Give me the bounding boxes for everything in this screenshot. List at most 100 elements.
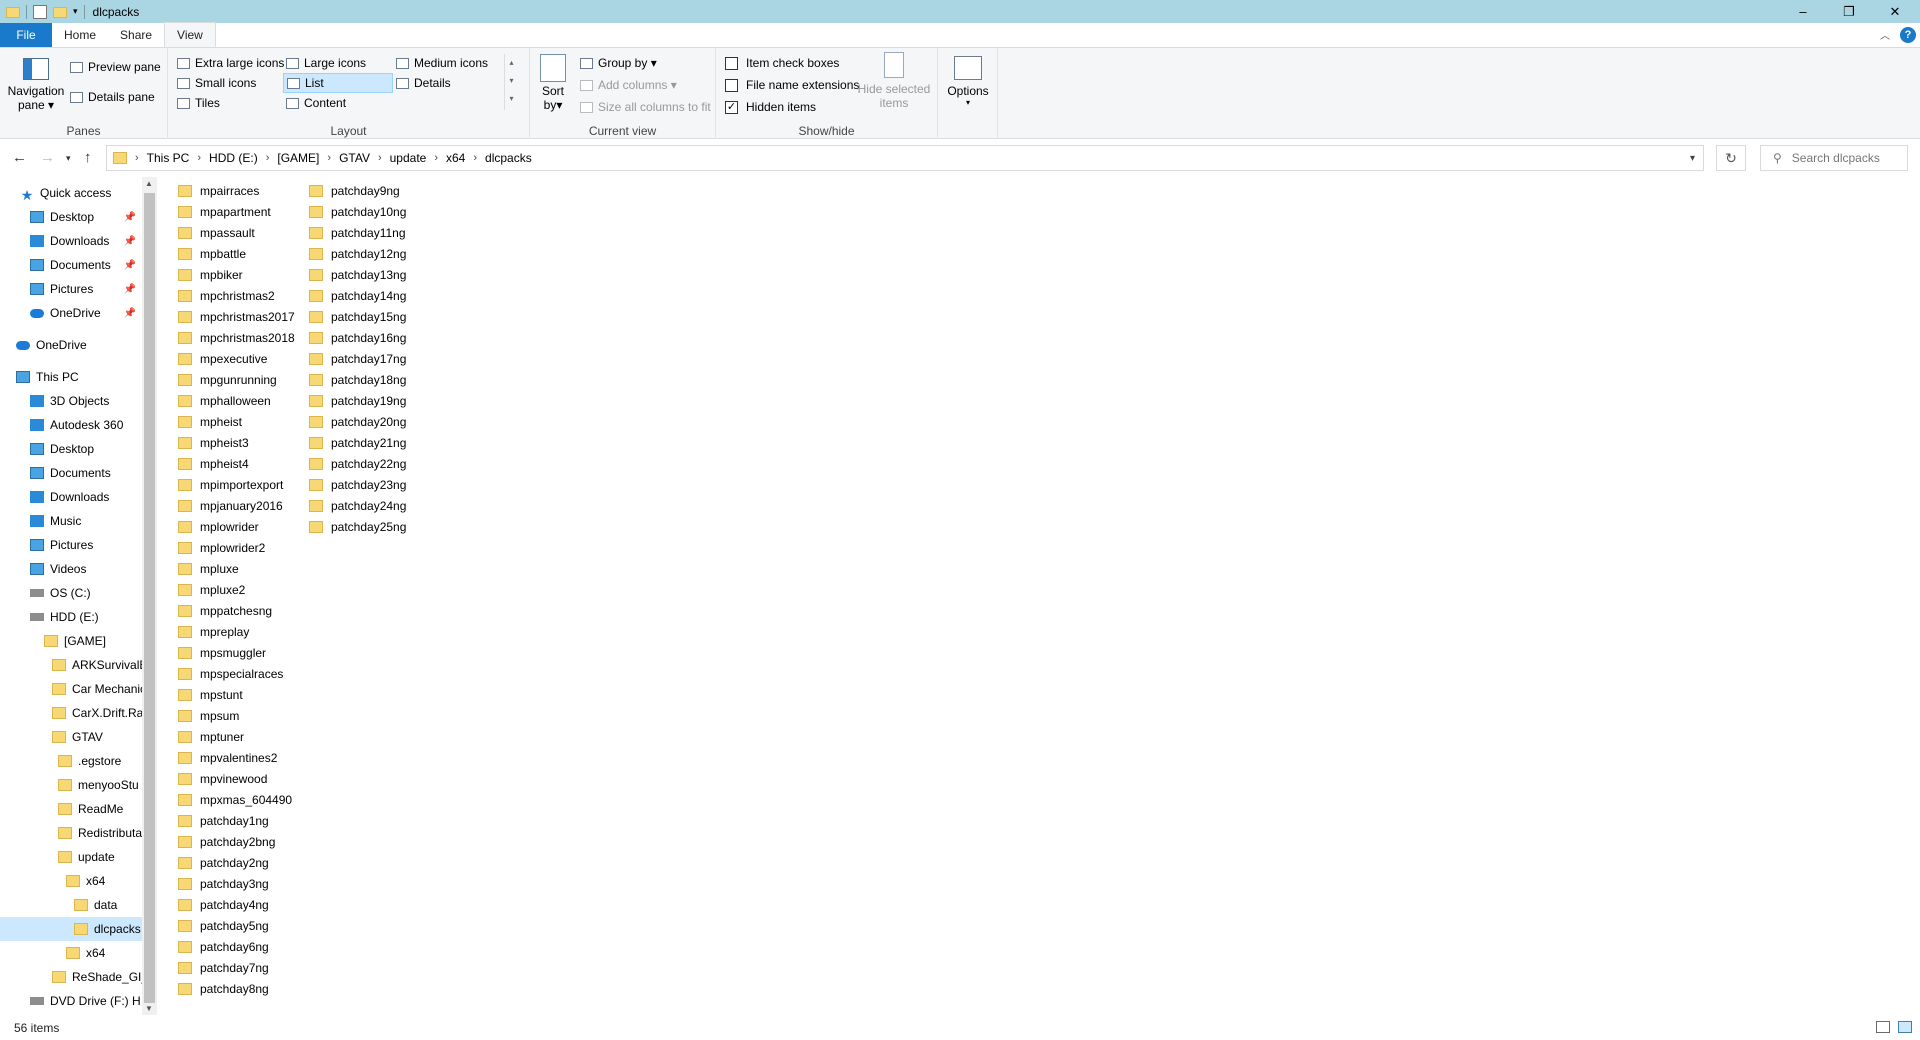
options-button[interactable]: Options ▾ bbox=[944, 56, 992, 107]
nav-item[interactable]: update bbox=[0, 845, 142, 869]
layout-details[interactable]: Details bbox=[396, 74, 451, 92]
add-columns-button[interactable]: Add columns ▾ bbox=[580, 76, 677, 94]
nav-item[interactable]: OneDrive 📌 bbox=[0, 301, 142, 325]
nav-item[interactable]: Videos bbox=[0, 557, 142, 581]
list-item[interactable]: patchday4ng bbox=[170, 894, 300, 915]
nav-item[interactable]: DVD Drive (F:) H bbox=[0, 989, 142, 1013]
nav-item[interactable]: ARKSurvivalE bbox=[0, 653, 142, 677]
nav-item[interactable]: This PC bbox=[0, 365, 142, 389]
up-button[interactable]: ↑ bbox=[84, 149, 92, 166]
details-view-icon[interactable] bbox=[1876, 1021, 1890, 1033]
nav-item[interactable]: [GAME] bbox=[0, 629, 142, 653]
list-item[interactable]: mpairraces bbox=[170, 180, 300, 201]
list-item[interactable]: mpsmuggler bbox=[170, 642, 300, 663]
chevron-right-icon[interactable]: › bbox=[135, 152, 139, 164]
list-item[interactable]: patchday18ng bbox=[301, 369, 431, 390]
navigation-scrollbar[interactable]: ▲ ▼ bbox=[142, 177, 157, 1015]
layout-scroll[interactable]: ▴ ▾ ▾ bbox=[504, 54, 518, 110]
list-item[interactable]: mpspecialraces bbox=[170, 663, 300, 684]
item-check-boxes-toggle[interactable]: Item check boxes bbox=[725, 54, 839, 72]
properties-icon[interactable] bbox=[33, 4, 47, 19]
hidden-items-toggle[interactable]: ✓ Hidden items bbox=[725, 98, 816, 116]
back-button[interactable]: ← bbox=[12, 149, 27, 166]
layout-medium-icons[interactable]: Medium icons bbox=[396, 54, 488, 72]
list-item[interactable]: patchday25ng bbox=[301, 516, 431, 537]
list-item[interactable]: patchday10ng bbox=[301, 201, 431, 222]
list-item[interactable]: mpbiker bbox=[170, 264, 300, 285]
nav-item[interactable]: menyooStu bbox=[0, 773, 142, 797]
list-item[interactable]: patchday22ng bbox=[301, 453, 431, 474]
list-item[interactable]: mpxmas_604490 bbox=[170, 789, 300, 810]
address-dropdown-icon[interactable]: ▾ bbox=[1690, 153, 1695, 164]
list-item[interactable]: patchday13ng bbox=[301, 264, 431, 285]
chevron-right-icon[interactable]: › bbox=[378, 152, 382, 164]
nav-item[interactable]: Pictures 📌 bbox=[0, 277, 142, 301]
list-item[interactable]: mpimportexport bbox=[170, 474, 300, 495]
refresh-button[interactable]: ↻ bbox=[1716, 145, 1746, 171]
maximize-button[interactable]: ❐ bbox=[1826, 0, 1872, 23]
list-item[interactable]: mpbattle bbox=[170, 243, 300, 264]
tab-share[interactable]: Share bbox=[108, 23, 164, 47]
scroll-down-icon[interactable]: ▼ bbox=[145, 1004, 153, 1013]
list-item[interactable]: patchday6ng bbox=[170, 936, 300, 957]
list-item[interactable]: mpgunrunning bbox=[170, 369, 300, 390]
minimize-button[interactable]: – bbox=[1780, 0, 1826, 23]
list-item[interactable]: mpreplay bbox=[170, 621, 300, 642]
list-item[interactable]: patchday14ng bbox=[301, 285, 431, 306]
list-item[interactable]: patchday9ng bbox=[301, 180, 431, 201]
nav-item[interactable]: ★ Quick access bbox=[0, 181, 142, 205]
nav-item[interactable]: Car Mechanic bbox=[0, 677, 142, 701]
list-item[interactable]: mpsum bbox=[170, 705, 300, 726]
nav-item[interactable]: x64 bbox=[0, 869, 142, 893]
close-button[interactable]: ✕ bbox=[1872, 0, 1918, 23]
layout-large-icons[interactable]: Large icons bbox=[286, 54, 366, 72]
list-item[interactable]: mpjanuary2016 bbox=[170, 495, 300, 516]
list-item[interactable]: mptuner bbox=[170, 726, 300, 747]
search-input[interactable]: ⚲ Search dlcpacks bbox=[1760, 145, 1908, 171]
tab-file[interactable]: File bbox=[0, 23, 52, 47]
nav-item[interactable]: Documents 📌 bbox=[0, 253, 142, 277]
list-item[interactable]: patchday2bng bbox=[170, 831, 300, 852]
list-item[interactable]: mpapartment bbox=[170, 201, 300, 222]
nav-item[interactable]: Desktop 📌 bbox=[0, 205, 142, 229]
large-icons-view-icon[interactable] bbox=[1898, 1021, 1912, 1033]
nav-item[interactable]: GTAV bbox=[0, 725, 142, 749]
scroll-thumb[interactable] bbox=[144, 193, 155, 1003]
list-item[interactable]: mpheist4 bbox=[170, 453, 300, 474]
list-item[interactable]: patchday1ng bbox=[170, 810, 300, 831]
crumb-update[interactable]: update bbox=[390, 151, 427, 165]
list-item[interactable]: mppatchesng bbox=[170, 600, 300, 621]
list-item[interactable]: patchday8ng bbox=[170, 978, 300, 999]
list-item[interactable]: patchday3ng bbox=[170, 873, 300, 894]
list-item[interactable]: mplowrider bbox=[170, 516, 300, 537]
customize-toolbar-icon[interactable]: ▾ bbox=[73, 6, 78, 17]
list-item[interactable]: patchday7ng bbox=[170, 957, 300, 978]
crumb-dlcpacks[interactable]: dlcpacks bbox=[485, 151, 532, 165]
recent-locations-button[interactable]: ▾ bbox=[66, 153, 71, 164]
crumb-gtav[interactable]: GTAV bbox=[339, 151, 370, 165]
tab-view[interactable]: View bbox=[164, 22, 216, 47]
list-item[interactable]: patchday24ng bbox=[301, 495, 431, 516]
list-item[interactable]: mpluxe bbox=[170, 558, 300, 579]
chevron-right-icon[interactable]: › bbox=[266, 152, 270, 164]
nav-item[interactable]: CarX.Drift.Rac bbox=[0, 701, 142, 725]
address-bar[interactable]: › This PC › HDD (E:) › [GAME] › GTAV › updat… bbox=[106, 145, 1704, 171]
nav-item[interactable]: Downloads bbox=[0, 485, 142, 509]
file-name-extensions-toggle[interactable]: File name extensions bbox=[725, 76, 859, 94]
list-item[interactable]: mpvinewood bbox=[170, 768, 300, 789]
layout-tiles[interactable]: Tiles bbox=[177, 94, 220, 112]
list-item[interactable]: patchday15ng bbox=[301, 306, 431, 327]
details-pane-button[interactable]: Details pane bbox=[70, 88, 155, 106]
list-item[interactable]: mpexecutive bbox=[170, 348, 300, 369]
chevron-right-icon[interactable]: › bbox=[434, 152, 438, 164]
nav-item[interactable]: Pictures bbox=[0, 533, 142, 557]
list-item[interactable]: patchday2ng bbox=[170, 852, 300, 873]
chevron-up-icon[interactable]: ︿ bbox=[1880, 27, 1890, 42]
crumb-x64[interactable]: x64 bbox=[446, 151, 465, 165]
list-item[interactable]: mpluxe2 bbox=[170, 579, 300, 600]
nav-item[interactable]: Documents bbox=[0, 461, 142, 485]
list-item[interactable]: patchday11ng bbox=[301, 222, 431, 243]
chevron-right-icon[interactable]: › bbox=[327, 152, 331, 164]
nav-item[interactable]: Downloads 📌 bbox=[0, 229, 142, 253]
scroll-up-icon[interactable]: ▲ bbox=[145, 179, 153, 188]
